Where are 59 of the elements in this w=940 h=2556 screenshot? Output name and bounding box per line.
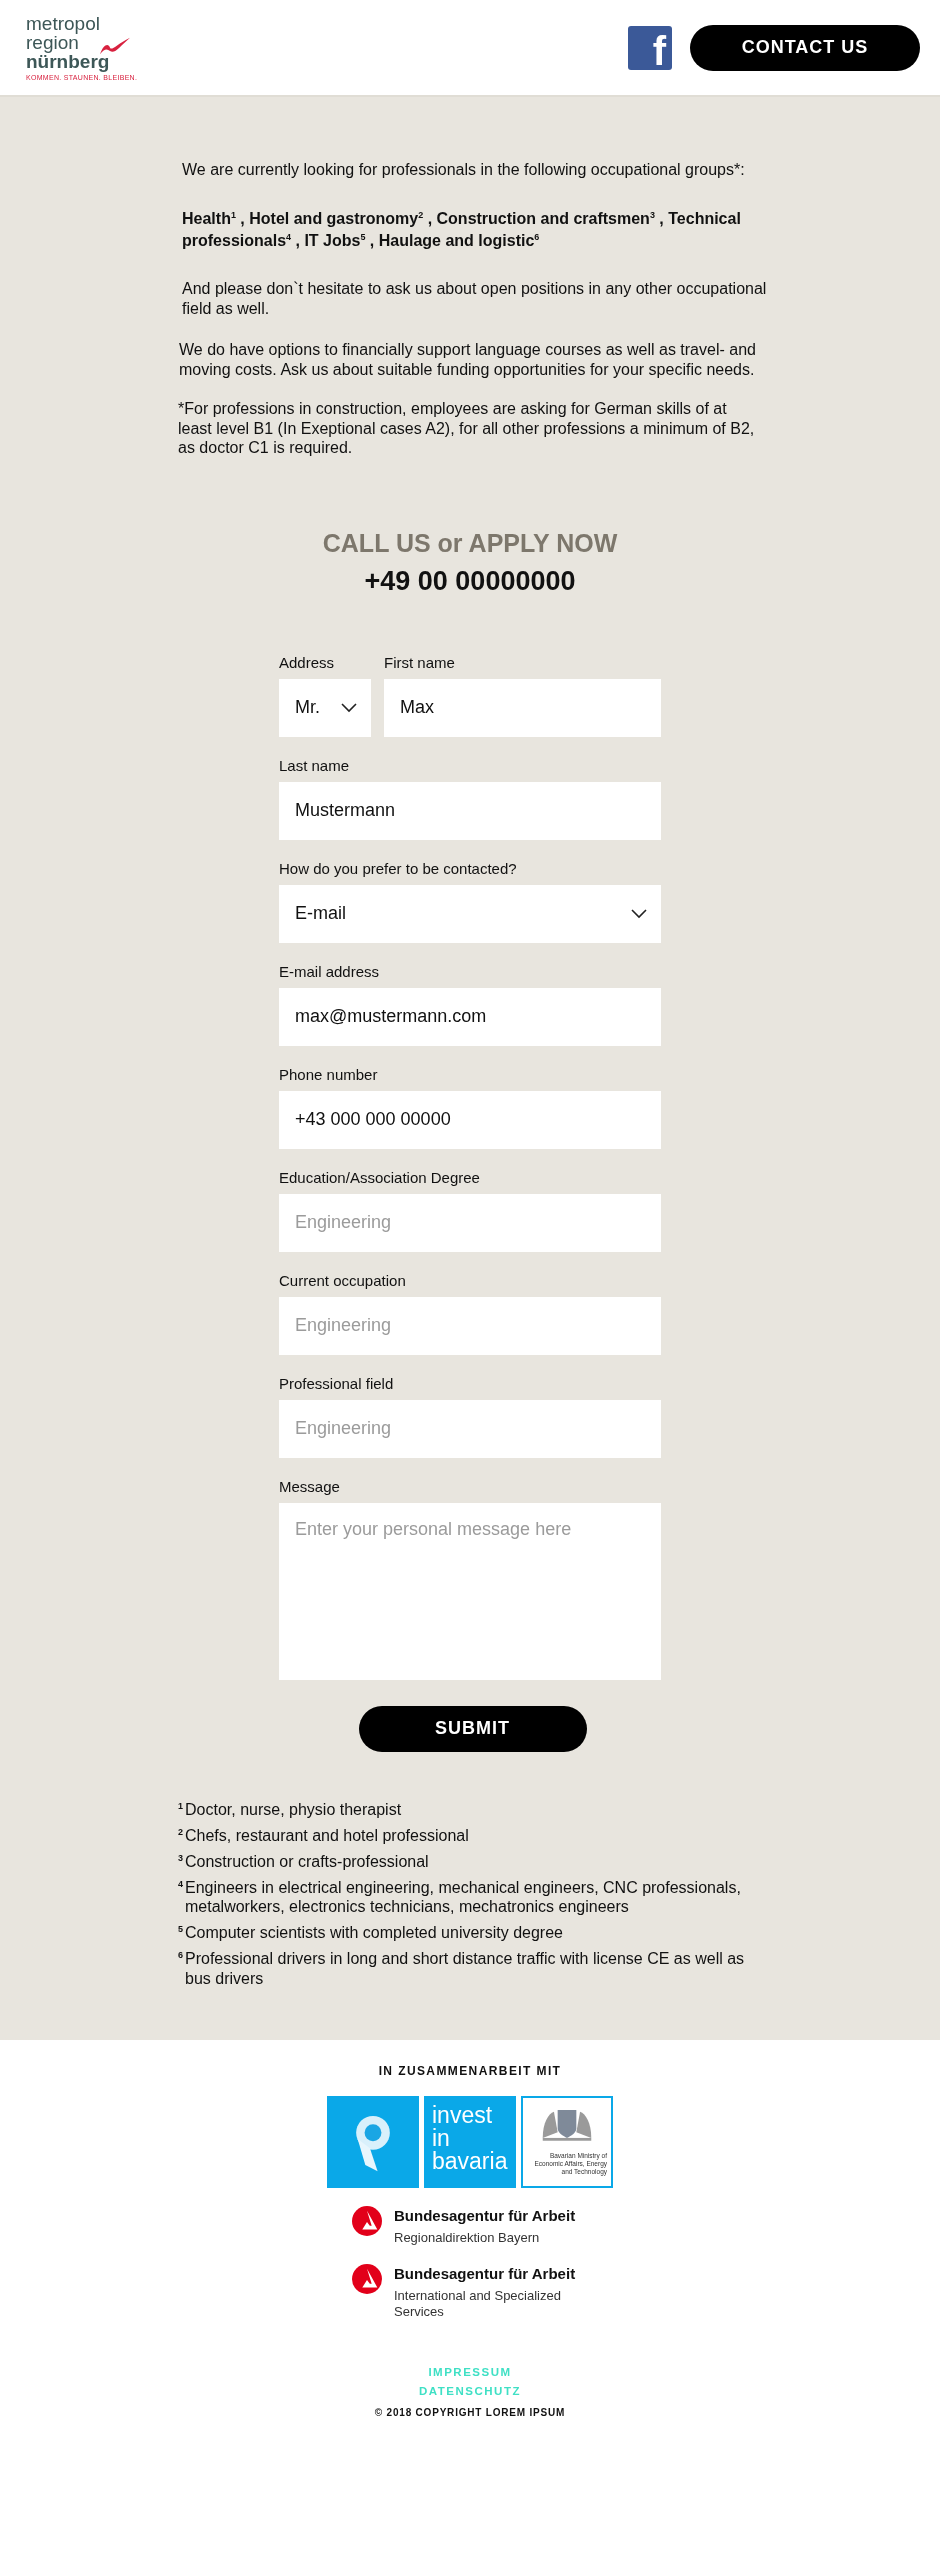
agency-logo-icon xyxy=(352,2263,382,2294)
swoosh-icon xyxy=(98,36,132,56)
footnote-text: Construction or crafts-professional xyxy=(185,1851,429,1872)
footnote-mark: 6 xyxy=(178,1949,184,1963)
field-label: E-mail address xyxy=(279,962,381,981)
logo-text: region xyxy=(26,33,79,52)
select-field[interactable]: E-mail xyxy=(279,884,661,943)
field-label: First name xyxy=(384,653,456,672)
input-field[interactable]: Mustermann xyxy=(279,781,661,840)
logo-text: nürnberg xyxy=(26,52,110,71)
field-label: Professional field xyxy=(279,1374,395,1393)
agency-name: Bundesagentur für Arbeit xyxy=(394,2205,576,2226)
invest-logo-text: bavaria xyxy=(432,2149,508,2173)
intro-text: We are currently looking for professionals in the following occupational groups*: xyxy=(182,160,746,180)
agency-unit: International and Specialized Services xyxy=(394,2287,562,2320)
input-field[interactable]: +43 000 000 00000 xyxy=(279,1090,661,1149)
phone-number: +49 00 00000000 xyxy=(363,564,577,598)
footnote-text: Computer scientists with completed university degree xyxy=(185,1923,563,1943)
call-heading: CALL US or APPLY NOW xyxy=(321,527,619,558)
footnote-text: Engineers in electrical engineering, mechanical engineers, CNC professionals, metalworkers, electronics technicians, mechatronics engineers xyxy=(185,1877,742,1917)
agency-logo-icon xyxy=(352,2205,382,2236)
agency-unit: Regionaldirektion Bayern xyxy=(394,2229,541,2246)
field-label: Address xyxy=(279,653,336,672)
input-field[interactable]: Engineering xyxy=(279,1296,661,1355)
copyright-text: © 2018 COPYRIGHT LOREM IPSUM xyxy=(374,2406,566,2418)
footer-heading: IN ZUSAMMENARBEIT MIT xyxy=(378,2063,562,2078)
select-field[interactable]: Mr. xyxy=(279,678,371,737)
footnote-mark: 1 xyxy=(178,1799,184,1813)
occupational-groups: Health$^{1}$ , Hotel and gastronomy$^{2}$ , Construction and craftsmen$^{3}$ , Technical professionals$^{4}$ , IT Jobs$^{5}$ , Haulage and logistic$^{6}$ xyxy=(182,205,782,252)
note-text: *For professions in construction, employees are asking for German skills of at least level B1 (In Exeptional cases A2), for all other professions a minimum of B2, as doctor C1 is required. xyxy=(178,399,756,458)
field-label: Message xyxy=(279,1477,341,1496)
input-field[interactable]: Max xyxy=(384,678,661,737)
contact-button[interactable]: CONTACT US xyxy=(690,24,920,71)
footnote-mark: 4 xyxy=(178,1877,184,1891)
footnote-mark: 2 xyxy=(178,1825,184,1839)
footnote-mark: 5 xyxy=(178,1923,184,1937)
field-label: Phone number xyxy=(279,1065,379,1084)
footnote-text: Chefs, restaurant and hotel professional xyxy=(185,1825,469,1846)
agency-name: Bundesagentur für Arbeit xyxy=(394,2263,576,2284)
logo-text: metropol xyxy=(26,14,100,33)
footnote-text: Professional drivers in long and short distance traffic with license CE as well as bus drivers xyxy=(185,1949,746,1989)
input-field[interactable]: Engineering xyxy=(279,1193,661,1252)
field-label: How do you prefer to be contacted? xyxy=(279,859,518,878)
footnote-text: Doctor, nurse, physio therapist xyxy=(185,1799,402,1820)
field-label: Education/Association Degree xyxy=(279,1168,481,1187)
intro-text: We do have options to financially support language courses as well as travel- and moving costs. Ask us about suitable funding opportunities for your specific needs. xyxy=(179,340,757,380)
input-field[interactable]: max@mustermann.com xyxy=(279,987,661,1046)
chevron-down-icon xyxy=(631,908,647,919)
facebook-icon[interactable]: f xyxy=(628,25,672,70)
message-field[interactable]: Enter your personal message here xyxy=(279,1502,661,1680)
field-label: Current occupation xyxy=(279,1271,407,1290)
field-label: Last name xyxy=(279,756,351,775)
chevron-down-icon xyxy=(341,702,357,713)
submit-button[interactable]: SUBMIT xyxy=(358,1705,587,1752)
intro-text: And please don`t hesitate to ask us about open positions in any other occupational field as well. xyxy=(182,279,768,319)
input-field[interactable]: Engineering xyxy=(279,1399,661,1458)
footnote-mark: 3 xyxy=(178,1851,184,1865)
invest-logo-text: in xyxy=(432,2126,451,2150)
invest-logo-text: invest xyxy=(432,2103,494,2127)
